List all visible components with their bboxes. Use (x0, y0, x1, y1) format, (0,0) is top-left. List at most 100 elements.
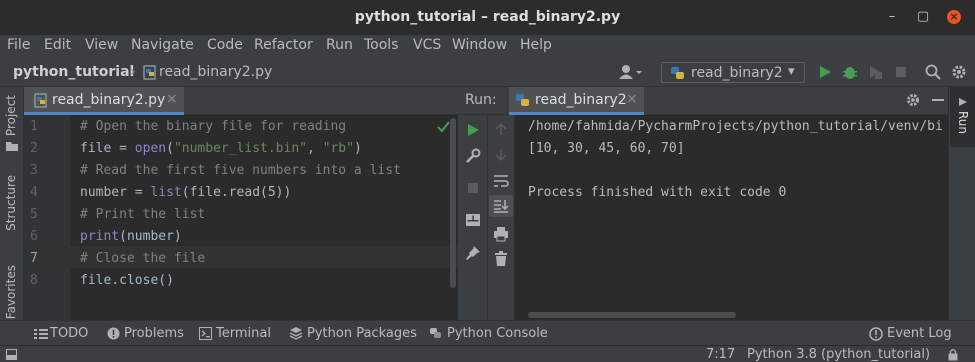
run-tab[interactable]: read_binary2 × (509, 87, 644, 115)
scroll-down-icon[interactable] (494, 148, 508, 162)
breadcrumb-project[interactable]: python_tutorial (13, 64, 134, 80)
code-line: file.close() (80, 273, 174, 288)
user-icon[interactable] (618, 64, 642, 80)
line-number: 6 (30, 229, 38, 244)
problems-tab[interactable]: Problems (124, 326, 184, 341)
run-toolbar-secondary (488, 115, 515, 320)
close-window-button[interactable]: × (947, 10, 961, 24)
stop-icon[interactable] (893, 64, 909, 80)
menu-view[interactable]: View (85, 37, 118, 53)
line-number: 1 (30, 119, 38, 134)
run-configuration-dropdown[interactable]: read_binary2 ▾ (661, 62, 805, 83)
code-line: # Close the file (80, 251, 206, 266)
menu-tools[interactable]: Tools (364, 37, 399, 53)
run-label: Run: (465, 92, 497, 108)
python-file-icon (34, 93, 47, 108)
code-line: file = open("number_list.bin", "rb") (80, 141, 362, 156)
layout-icon[interactable] (465, 212, 481, 228)
run-tool-button[interactable]: Run (950, 87, 975, 147)
line-number: 8 (30, 273, 38, 288)
window-title: python_tutorial – read_binary2.py (354, 9, 621, 25)
pin-icon[interactable] (465, 245, 481, 261)
todo-icon (34, 329, 48, 339)
run-tool-label: Run (956, 111, 970, 135)
menu-edit[interactable]: Edit (44, 37, 71, 53)
minimize-panel-icon[interactable] (932, 99, 944, 102)
run-panel-header: Run: read_binary2 × (458, 87, 948, 115)
wrap-icon[interactable] (493, 173, 509, 189)
scroll-up-icon[interactable] (494, 122, 508, 136)
menu-code[interactable]: Code (207, 37, 243, 53)
code-line: print(number) (80, 229, 182, 244)
print-icon[interactable] (493, 226, 509, 242)
python-packages-tab[interactable]: Python Packages (307, 326, 417, 341)
console-output-line: Process finished with exit code 0 (528, 185, 787, 200)
structure-tool-button[interactable]: Structure (4, 175, 18, 231)
python-file-icon (143, 65, 156, 80)
project-tool-button[interactable]: Project (4, 95, 18, 136)
close-tab-icon[interactable]: × (626, 91, 638, 107)
debug-icon[interactable] (842, 64, 858, 80)
folder-icon (6, 142, 18, 151)
scroll-to-end-button[interactable] (489, 195, 513, 217)
code-line: # Open the binary file for reading (80, 119, 347, 134)
breadcrumb-file[interactable]: read_binary2.py (159, 64, 272, 80)
search-icon[interactable] (925, 64, 941, 80)
run-toolbar-primary (458, 115, 488, 320)
editor-tab-label: read_binary2.py (52, 92, 166, 108)
console-scrollbar[interactable] (528, 312, 736, 318)
layout-icon[interactable] (6, 349, 17, 360)
settings-icon[interactable] (906, 93, 920, 107)
todo-tab[interactable]: TODO (50, 326, 88, 341)
right-tool-strip: Run (948, 87, 975, 320)
interpreter-selector[interactable]: Python 3.8 (python_tutorial) (747, 347, 930, 362)
wrench-icon[interactable] (465, 148, 481, 164)
menu-navigate[interactable]: Navigate (131, 37, 194, 53)
python-icon (671, 67, 684, 79)
minimize-button[interactable]: – (885, 10, 899, 24)
line-number: 4 (30, 185, 38, 200)
menu-vcs[interactable]: VCS (413, 37, 441, 53)
run-icon[interactable] (465, 122, 481, 138)
python-icon (516, 94, 529, 106)
editor-tab-bar: read_binary2.py × (24, 87, 458, 115)
menu-help[interactable]: Help (520, 37, 552, 53)
breadcrumb-separator: › (130, 64, 136, 80)
code-line: number = list(file.read(5)) (80, 185, 292, 200)
terminal-icon (199, 327, 212, 340)
line-number: 2 (30, 141, 38, 156)
editor-tab-read-binary2[interactable]: read_binary2.py × (24, 87, 184, 115)
terminal-tab[interactable]: Terminal (216, 326, 271, 341)
settings-icon[interactable] (951, 64, 967, 80)
menu-file[interactable]: File (7, 37, 30, 53)
lock-icon[interactable] (948, 348, 958, 361)
console-icon (430, 328, 441, 338)
run-icon[interactable] (817, 64, 833, 80)
code-line: # Read the first five numbers into a lis… (80, 163, 401, 178)
line-number: 3 (30, 163, 38, 178)
event-log-tab[interactable]: Event Log (887, 326, 952, 341)
console-output-line: [10, 30, 45, 60, 70] (528, 141, 685, 156)
scroll-to-end-icon (494, 200, 509, 213)
editor-scrollbar[interactable] (450, 118, 456, 288)
menu-bar: File Edit View Navigate Code Refactor Ru… (0, 35, 975, 58)
console-output-line: /home/fahmida/PycharmProjects/python_tut… (528, 119, 943, 134)
checkmark-icon (437, 121, 450, 132)
cursor-position[interactable]: 7:17 (706, 347, 735, 362)
bottom-tool-tabs: TODO Problems Terminal Python Packages P… (0, 320, 975, 345)
menu-window[interactable]: Window (452, 37, 507, 53)
menu-run[interactable]: Run (326, 37, 353, 53)
status-bar: 7:17 Python 3.8 (python_tutorial) (0, 345, 975, 362)
coverage-icon[interactable] (867, 64, 883, 80)
trash-icon[interactable] (494, 251, 508, 267)
favorites-tool-button[interactable]: Favorites (4, 265, 18, 319)
run-configuration-name: read_binary2 (691, 65, 783, 81)
menu-refactor[interactable]: Refactor (254, 37, 313, 53)
close-tab-icon[interactable]: × (166, 91, 178, 107)
left-tool-strip: Project Structure Favorites (0, 87, 24, 320)
event-log-icon (869, 327, 883, 341)
line-number: 5 (30, 207, 38, 222)
maximize-button[interactable]: ▢ (916, 10, 930, 24)
stop-icon[interactable] (465, 180, 481, 196)
python-console-tab[interactable]: Python Console (447, 326, 548, 341)
